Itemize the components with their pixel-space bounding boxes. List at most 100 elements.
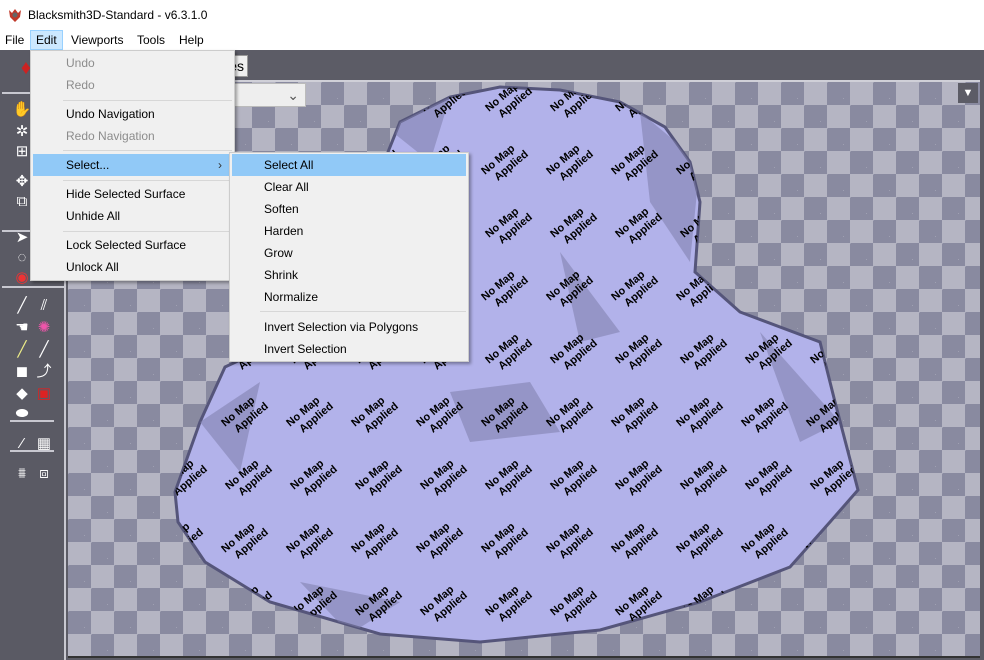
no-map-applied-label: No MapApplied: [808, 82, 860, 124]
submenu-item-shrink[interactable]: Shrink: [232, 264, 466, 286]
paint-select-icon[interactable]: ◉: [12, 268, 32, 288]
submenu-item-clear-all[interactable]: Clear All: [232, 176, 466, 198]
no-map-applied-label: No MapApplied: [739, 642, 791, 657]
menu-tools[interactable]: Tools: [132, 30, 170, 50]
no-map-applied-label: No MapApplied: [479, 642, 531, 657]
label: Grow: [264, 246, 293, 260]
no-map-applied-label: No MapApplied: [743, 82, 795, 124]
no-map-applied-label: No MapApplied: [743, 579, 795, 628]
menu-item-unhide-all[interactable]: Unhide All: [33, 205, 232, 227]
menu-separator: [63, 150, 232, 151]
menu-item-undo[interactable]: Undo: [33, 52, 232, 74]
title-bar: Blacksmith3D-Standard - v6.3.1.0: [0, 0, 984, 30]
no-map-applied-label: No MapApplied: [743, 201, 795, 250]
label: Redo: [66, 78, 95, 92]
scale-icon[interactable]: ⧉: [12, 192, 32, 212]
menu-item-hide-selected-surface[interactable]: Hide Selected Surface: [33, 183, 232, 205]
no-map-applied-label: No MapApplied: [739, 138, 791, 187]
eyedropper-icon[interactable]: ⁄: [12, 434, 32, 454]
no-map-applied-label: No MapApplied: [804, 138, 856, 187]
label: Shrink: [264, 268, 299, 282]
label: Undo: [66, 56, 95, 70]
menu-help[interactable]: Help: [174, 30, 209, 50]
label: Unlock All: [66, 260, 119, 274]
no-map-applied-label: No MapApplied: [414, 642, 466, 657]
menu-item-undo-navigation[interactable]: Undo Navigation: [33, 103, 232, 125]
menu-item-select[interactable]: Select... ›: [33, 154, 232, 176]
no-map-applied-label: No MapApplied: [739, 264, 791, 313]
submenu-item-soften[interactable]: Soften: [232, 198, 466, 220]
double-brush-icon[interactable]: ⫽: [34, 296, 54, 316]
no-map-applied-label: No MapApplied: [284, 642, 336, 657]
smudge-icon[interactable]: ☚: [12, 318, 32, 338]
swap-texture-icon[interactable]: ⧈: [34, 464, 54, 484]
pointer-icon[interactable]: ➤: [12, 228, 32, 248]
menu-item-unlock-all[interactable]: Unlock All: [33, 256, 232, 278]
label: Soften: [264, 202, 299, 216]
no-map-applied-label: No MapApplied: [219, 642, 271, 657]
no-map-applied-label: No MapApplied: [349, 642, 401, 657]
orbit-icon[interactable]: ✲: [12, 122, 32, 142]
menu-item-redo-navigation[interactable]: Redo Navigation: [33, 125, 232, 147]
submenu-item-invert-selection[interactable]: Invert Selection: [232, 338, 466, 360]
submenu-item-normalize[interactable]: Normalize: [232, 286, 466, 308]
menu-separator: [63, 231, 232, 232]
pattern-icon[interactable]: ▦: [34, 434, 54, 454]
app-logo-icon: [9, 9, 21, 22]
label: Harden: [264, 224, 304, 238]
no-map-applied-label: No MapApplied: [154, 642, 206, 657]
select-submenu: Select All Clear All Soften Harden Grow Shrin…: [229, 152, 469, 362]
etc-brush-icon[interactable]: ╱: [34, 340, 54, 360]
label: Undo Navigation: [66, 107, 155, 121]
fill-icon[interactable]: ◆: [12, 384, 32, 404]
label: Invert Selection via Polygons: [264, 320, 419, 334]
projection-icon[interactable]: ⩩: [12, 464, 32, 484]
brush-icon[interactable]: ╱: [12, 296, 32, 316]
label: Unhide All: [66, 209, 121, 223]
no-map-applied-label: No MapApplied: [804, 264, 856, 313]
viewport-border: [68, 656, 980, 658]
no-map-applied-label: No MapApplied: [158, 327, 210, 376]
viewport-dropdown[interactable]: ⌄: [230, 83, 306, 107]
shapes-icon[interactable]: ◼: [12, 362, 32, 382]
path-pointer-icon[interactable]: ⤴: [34, 362, 54, 382]
no-map-applied-label: No MapApplied: [808, 201, 860, 250]
lasso-icon[interactable]: ◌: [12, 248, 32, 268]
no-map-applied-label: No MapApplied: [674, 642, 726, 657]
no-map-applied-label: No MapApplied: [808, 579, 860, 628]
menu-separator: [63, 180, 232, 181]
no-map-applied-label: No MapApplied: [158, 579, 210, 628]
menu-edit[interactable]: Edit: [30, 30, 63, 50]
hand-icon[interactable]: ✋: [12, 100, 32, 120]
no-map-applied-label: No MapApplied: [544, 642, 596, 657]
menu-separator: [63, 100, 232, 101]
label: Select All: [264, 158, 314, 172]
eraser-icon[interactable]: ⬬: [12, 404, 32, 424]
viewport-menu-button[interactable]: ▼: [958, 83, 978, 103]
label: Invert Selection: [264, 342, 347, 356]
submenu-item-invert-selection-via-polygons[interactable]: Invert Selection via Polygons: [232, 316, 466, 338]
layer-icon[interactable]: ▣: [34, 384, 54, 404]
menu-bar: File Edit Viewports Tools Help: [0, 30, 984, 50]
no-map-applied-label: No MapApplied: [678, 82, 730, 124]
label: Hide Selected Surface: [66, 187, 186, 201]
color-brush-icon[interactable]: ✺: [34, 318, 54, 338]
no-map-applied-label: No MapApplied: [804, 642, 856, 657]
zoom-fit-icon[interactable]: ⊞: [12, 142, 32, 162]
menu-viewports[interactable]: Viewports: [66, 30, 128, 50]
move-icon[interactable]: ✥: [12, 172, 32, 192]
edit-menu: Undo Redo Undo Navigation Redo Navigatio…: [30, 50, 235, 281]
submenu-arrow-icon: ›: [218, 158, 222, 172]
submenu-item-select-all[interactable]: Select All: [232, 154, 466, 176]
label: Clear All: [264, 180, 309, 194]
window-title: Blacksmith3D-Standard - v6.3.1.0: [28, 8, 208, 22]
submenu-item-grow[interactable]: Grow: [232, 242, 466, 264]
label: Normalize: [264, 290, 319, 304]
menu-item-redo[interactable]: Redo: [33, 74, 232, 96]
menu-item-lock-selected-surface[interactable]: Lock Selected Surface: [33, 234, 232, 256]
light-brush-icon[interactable]: ╱: [12, 340, 32, 360]
label: Lock Selected Surface: [66, 238, 187, 252]
submenu-item-harden[interactable]: Harden: [232, 220, 466, 242]
menu-file[interactable]: File: [0, 30, 29, 50]
no-map-applied-label: No MapApplied: [609, 642, 661, 657]
